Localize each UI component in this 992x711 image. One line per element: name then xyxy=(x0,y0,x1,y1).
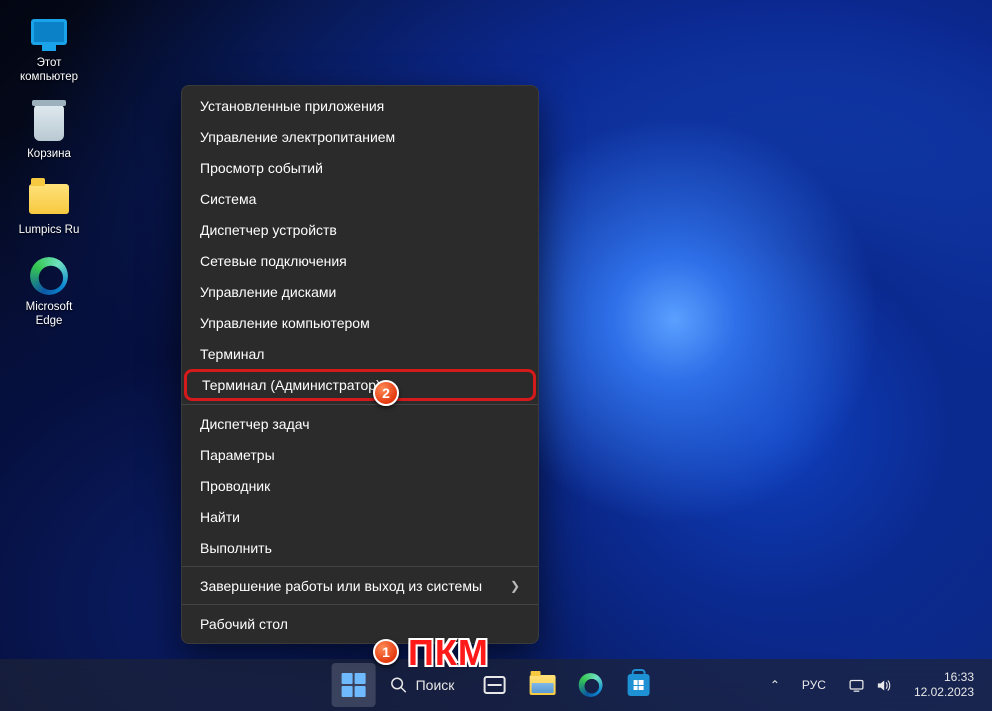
search-icon xyxy=(390,676,408,694)
winx-shutdown-signout[interactable]: Завершение работы или выход из системы ❯ xyxy=(182,570,538,601)
tray-time: 16:33 xyxy=(914,670,974,685)
folder-icon xyxy=(27,179,71,219)
desktop-icon-label: MicrosoftEdge xyxy=(26,300,73,329)
menu-separator xyxy=(182,404,538,405)
search-label: Поиск xyxy=(416,677,455,693)
winx-item-label: Управление дисками xyxy=(200,284,336,300)
winx-item-label: Установленные приложения xyxy=(200,98,384,114)
edge-icon xyxy=(27,256,71,296)
winx-system[interactable]: Система xyxy=(182,183,538,214)
taskbar-center-group: Поиск xyxy=(332,663,661,707)
winx-item-label: Найти xyxy=(200,509,240,525)
network-icon xyxy=(848,677,865,694)
file-explorer-icon xyxy=(529,675,555,695)
winx-item-label: Диспетчер задач xyxy=(200,416,310,432)
menu-separator xyxy=(182,604,538,605)
badge-number: 2 xyxy=(382,385,390,401)
winx-item-label: Завершение работы или выход из системы xyxy=(200,578,482,594)
chevron-right-icon: ❯ xyxy=(510,579,520,593)
winx-item-label: Система xyxy=(200,191,256,207)
pc-icon xyxy=(27,12,71,52)
winx-settings[interactable]: Параметры xyxy=(182,439,538,470)
winx-item-label: Диспетчер устройств xyxy=(200,222,337,238)
badge-number: 1 xyxy=(382,644,390,660)
desktop-icon-edge[interactable]: MicrosoftEdge xyxy=(8,256,90,329)
winx-computer-management[interactable]: Управление компьютером xyxy=(182,307,538,338)
tray-clock[interactable]: 16:33 12.02.2023 xyxy=(904,666,984,704)
system-tray: ⌃ РУС 16:33 12.02.2023 xyxy=(760,659,984,711)
tray-language-button[interactable]: РУС xyxy=(792,672,836,698)
winx-explorer[interactable]: Проводник xyxy=(182,470,538,501)
start-button[interactable] xyxy=(332,663,376,707)
winx-installed-apps[interactable]: Установленные приложения xyxy=(182,90,538,121)
taskbar-file-explorer[interactable] xyxy=(520,663,564,707)
winx-item-label: Просмотр событий xyxy=(200,160,323,176)
winx-item-label: Терминал xyxy=(200,346,264,362)
winx-item-label: Рабочий стол xyxy=(200,616,288,632)
winx-item-label: Сетевые подключения xyxy=(200,253,347,269)
winx-device-manager[interactable]: Диспетчер устройств xyxy=(182,214,538,245)
winx-terminal[interactable]: Терминал xyxy=(182,338,538,369)
taskbar-store[interactable] xyxy=(616,663,660,707)
desktop-icon-label: Корзина xyxy=(27,147,71,161)
annotation-badge-1: 1 xyxy=(373,639,399,665)
winx-item-label: Управление электропитанием xyxy=(200,129,395,145)
winx-context-menu: Установленные приложения Управление элек… xyxy=(181,85,539,644)
desktop-icons-area: Этоткомпьютер Корзина Lumpics Ru Microso… xyxy=(8,12,98,346)
desktop-icon-lumpics-folder[interactable]: Lumpics Ru xyxy=(8,179,90,237)
desktop-icon-recycle-bin[interactable]: Корзина xyxy=(8,103,90,161)
winx-network-connections[interactable]: Сетевые подключения xyxy=(182,245,538,276)
winx-item-label: Проводник xyxy=(200,478,270,494)
winx-disk-management[interactable]: Управление дисками xyxy=(182,276,538,307)
annotation-badge-2: 2 xyxy=(373,380,399,406)
desktop-icon-label: Этоткомпьютер xyxy=(20,56,78,85)
taskbar-edge[interactable] xyxy=(568,663,612,707)
winx-item-label: Терминал (Администратор) xyxy=(202,377,381,393)
recycle-bin-icon xyxy=(27,103,71,143)
winx-search[interactable]: Найти xyxy=(182,501,538,532)
winx-item-label: Параметры xyxy=(200,447,275,463)
winx-item-label: Выполнить xyxy=(200,540,272,556)
winx-terminal-admin[interactable]: Терминал (Администратор) xyxy=(184,369,536,401)
winx-power-options[interactable]: Управление электропитанием xyxy=(182,121,538,152)
desktop-icon-label: Lumpics Ru xyxy=(19,223,80,237)
winx-task-manager[interactable]: Диспетчер задач xyxy=(182,408,538,439)
tray-date: 12.02.2023 xyxy=(914,685,974,700)
taskbar: Поиск ⌃ РУС 16:33 12.02.2023 xyxy=(0,659,992,711)
desktop-icon-this-pc[interactable]: Этоткомпьютер xyxy=(8,12,90,85)
volume-icon xyxy=(875,677,892,694)
winx-item-label: Управление компьютером xyxy=(200,315,370,331)
winx-run[interactable]: Выполнить xyxy=(182,532,538,563)
tray-overflow-button[interactable]: ⌃ xyxy=(760,672,790,698)
menu-separator xyxy=(182,566,538,567)
windows-logo-icon xyxy=(342,673,366,697)
annotation-rmb-label: ПКМ xyxy=(408,632,489,674)
tray-quick-settings[interactable] xyxy=(838,671,902,700)
tray-language-label: РУС xyxy=(802,678,826,692)
task-view-icon xyxy=(483,676,505,694)
chevron-up-icon: ⌃ xyxy=(770,678,780,692)
winx-event-viewer[interactable]: Просмотр событий xyxy=(182,152,538,183)
ms-store-icon xyxy=(627,674,649,696)
edge-icon xyxy=(578,673,602,697)
